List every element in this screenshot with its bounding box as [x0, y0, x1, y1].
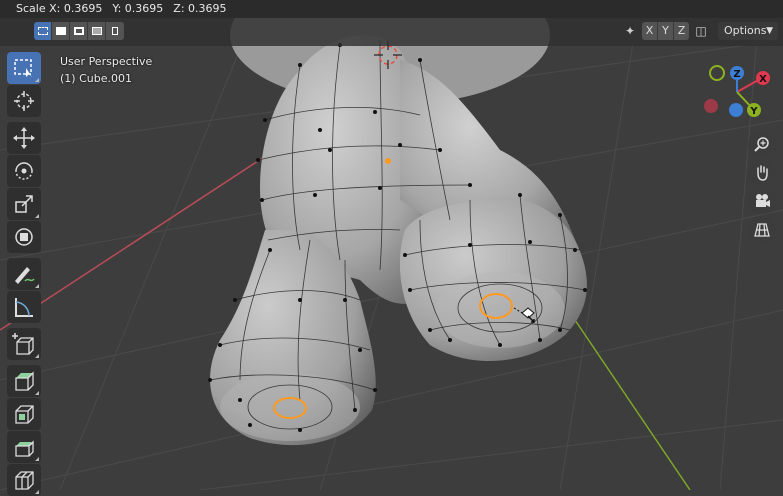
options-label: Options	[724, 24, 767, 37]
tool-select-box[interactable]	[7, 52, 41, 84]
tool-measure[interactable]	[7, 291, 41, 323]
tool-inset-faces[interactable]	[7, 398, 41, 430]
mirror-x-button[interactable]: X	[642, 22, 658, 40]
view-perspective-label: User Perspective	[60, 55, 153, 68]
gizmo-y-label: Y	[749, 106, 758, 117]
active-object-label: (1) Cube.001	[60, 72, 132, 85]
measure-icon	[15, 298, 33, 317]
transform-icon	[15, 228, 33, 246]
scale-z-readout: Z: 0.3695	[173, 2, 227, 15]
mirror-z-button[interactable]: Z	[674, 22, 689, 40]
camera-view-button[interactable]	[748, 188, 776, 214]
tool-loop-cut[interactable]	[7, 464, 41, 496]
mirror-butterfly-icon[interactable]: ✦	[622, 22, 638, 40]
select-intersect-icon[interactable]	[106, 22, 124, 40]
orientation-gizmo[interactable]: Z X Y	[704, 65, 770, 117]
mirror-options: ✦ X Y Z ◫	[622, 22, 709, 40]
rotate-icon	[15, 162, 33, 180]
tool-annotate[interactable]	[7, 258, 41, 290]
scale-y-readout: Y: 0.3695	[112, 2, 164, 15]
zoom-button[interactable]	[748, 132, 776, 158]
mirror-y-button[interactable]: Y	[658, 22, 674, 40]
move-icon	[13, 127, 35, 149]
tool-extrude-region[interactable]	[7, 365, 41, 397]
cursor-icon	[14, 91, 34, 111]
pan-hand-icon	[757, 165, 768, 181]
gizmo-x-neg-icon[interactable]	[704, 99, 718, 113]
zoom-icon	[754, 137, 769, 152]
tool-rotate[interactable]	[7, 155, 41, 187]
mirror-axis-group: X Y Z	[642, 22, 689, 40]
y-axis-line	[574, 319, 691, 490]
annotate-icon	[15, 267, 35, 284]
gizmo-z-label: Z	[733, 69, 740, 80]
gizmo-z-neg-icon[interactable]	[729, 103, 743, 117]
add-cube-icon	[12, 333, 34, 355]
select-extend-icon[interactable]	[52, 22, 70, 40]
pan-button[interactable]	[748, 160, 776, 186]
gizmo-x-label: X	[759, 74, 767, 85]
select-subtract-icon[interactable]	[70, 22, 88, 40]
inset-faces-icon	[15, 405, 34, 424]
gizmo-y-neg-icon[interactable]	[709, 65, 725, 81]
viewport-header: ✦ X Y Z ◫ Options ▼	[0, 18, 783, 46]
scale-x-readout: Scale X: 0.3695	[16, 2, 103, 15]
select-mode-group	[34, 22, 124, 40]
mesh-object[interactable]	[208, 0, 587, 446]
status-bar: Scale X: 0.3695 Y: 0.3695 Z: 0.3695	[0, 0, 783, 18]
extrude-region-icon	[15, 371, 34, 391]
loop-cut-icon	[15, 471, 34, 490]
chevron-down-icon: ▼	[766, 26, 773, 36]
tool-transform[interactable]	[7, 221, 41, 253]
tool-bevel[interactable]	[7, 431, 41, 463]
ortho-toggle-button[interactable]	[748, 217, 776, 243]
tool-cursor[interactable]	[7, 85, 41, 117]
bevel-icon	[15, 440, 34, 457]
select-box-icon	[14, 59, 32, 77]
camera-icon	[756, 194, 770, 207]
tool-scale[interactable]	[7, 188, 41, 220]
tool-move[interactable]	[7, 122, 41, 154]
topology-mirror-icon[interactable]: ◫	[693, 22, 709, 40]
scale-icon	[15, 195, 33, 213]
select-new-icon[interactable]	[34, 22, 52, 40]
select-invert-icon[interactable]	[88, 22, 106, 40]
viewport-info: User Perspective (1) Cube.001	[60, 53, 152, 87]
tool-add-cube[interactable]	[7, 328, 41, 360]
options-dropdown[interactable]: Options ▼	[718, 22, 778, 40]
grid-ortho-icon	[754, 223, 770, 237]
